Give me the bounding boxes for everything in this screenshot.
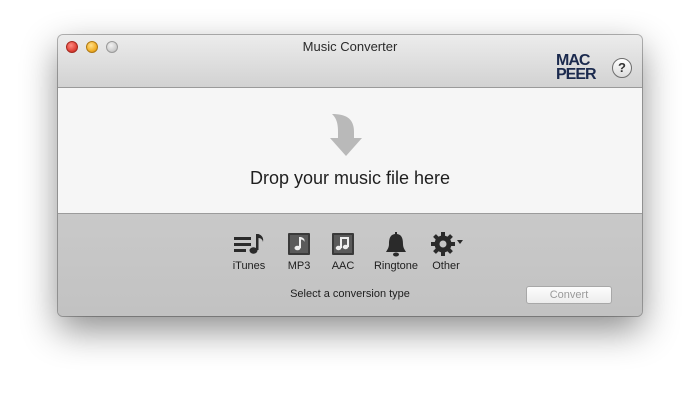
conversion-type-label: MP3 — [287, 260, 311, 272]
gear-icon — [431, 232, 463, 256]
conversion-type-mp3[interactable]: MP3 — [284, 231, 314, 272]
music-converter-window: Music Converter MAC PEER ? Drop your mus… — [58, 35, 642, 316]
macpeer-logo: MAC PEER — [556, 53, 606, 84]
conversion-type-ringtone[interactable]: Ringtone — [370, 231, 422, 272]
drop-zone[interactable]: Drop your music file here — [58, 88, 642, 214]
bell-icon — [386, 232, 406, 257]
logo-line-2: PEER — [556, 66, 597, 83]
itunes-playlist-icon — [234, 234, 264, 254]
conversion-type-itunes[interactable]: iTunes — [229, 231, 269, 272]
conversion-type-label: iTunes — [232, 260, 266, 272]
conversion-type-label: Other — [432, 260, 460, 272]
conversion-type-aac[interactable]: AAC — [328, 231, 358, 272]
conversion-type-label: Ringtone — [373, 260, 419, 272]
drop-message: Drop your music file here — [249, 168, 451, 188]
conversion-type-other[interactable]: Other — [428, 231, 464, 272]
aac-note-icon — [332, 233, 354, 255]
title-bar[interactable]: Music Converter MAC PEER ? — [58, 35, 642, 88]
help-button[interactable]: ? — [612, 58, 632, 78]
convert-button[interactable]: Convert — [526, 286, 612, 304]
window-title: Music Converter — [302, 39, 398, 54]
mp3-note-icon — [288, 233, 310, 255]
conversion-panel: iTunes MP3 AAC Ringtone Other Select a c… — [58, 214, 642, 316]
down-arrow-icon — [330, 114, 362, 156]
conversion-type-label: AAC — [331, 260, 355, 272]
